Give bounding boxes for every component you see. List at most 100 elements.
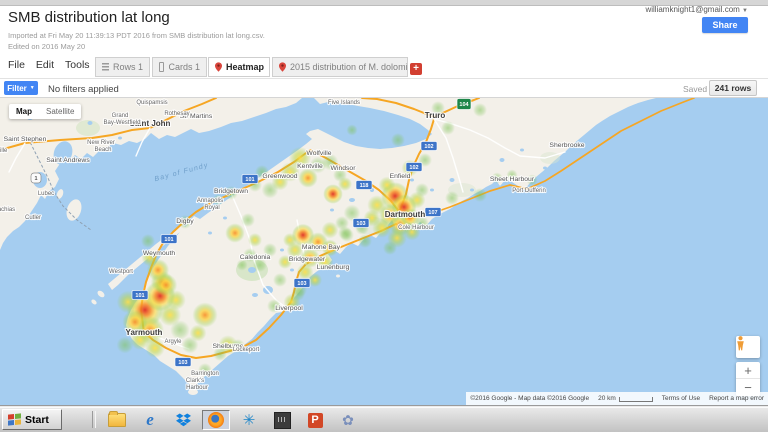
dropbox-taskbar-icon[interactable] xyxy=(169,410,197,430)
people-app-taskbar-icon[interactable]: ✳ xyxy=(235,410,263,430)
map-label: Westport xyxy=(109,269,133,275)
image-app-icon: ✿ xyxy=(340,412,357,428)
highway-shield: 103 xyxy=(175,358,191,367)
svg-text:102: 102 xyxy=(424,144,433,150)
dark-app-taskbar-icon[interactable]: III xyxy=(268,410,296,430)
map-pin-icon xyxy=(279,62,286,72)
tab-label: Cards 1 xyxy=(168,62,200,72)
highway-shield: 103 xyxy=(353,219,369,228)
map-label: Barrington xyxy=(191,371,219,377)
start-label: Start xyxy=(25,414,49,426)
scale-bar xyxy=(619,397,653,402)
zoom-control: + − xyxy=(736,362,760,396)
heat-point xyxy=(262,182,279,199)
image-app-taskbar-icon[interactable]: ✿ xyxy=(334,410,362,430)
highway-shield: 118 xyxy=(356,181,372,190)
add-tab-button[interactable]: + xyxy=(410,63,422,75)
map-label: Quispamsis xyxy=(136,100,167,106)
map-label: Liverpool xyxy=(275,305,303,312)
windows-logo-icon xyxy=(8,413,21,425)
map-type-map-button[interactable]: Map xyxy=(9,107,39,116)
tab-cards[interactable]: Cards 1 xyxy=(152,57,207,77)
file-explorer-taskbar-icon[interactable] xyxy=(103,410,131,430)
share-button[interactable]: Share xyxy=(702,17,748,33)
heat-point xyxy=(170,320,190,340)
map-label: Lunenburg xyxy=(317,264,350,271)
firefox-taskbar-icon[interactable] xyxy=(202,410,230,430)
tab-2015-distribution[interactable]: 2015 distribution of M. dolomieu xyxy=(272,57,408,77)
powerpoint-taskbar-icon[interactable]: P xyxy=(301,410,329,430)
map-label: Wolfville xyxy=(306,150,331,157)
svg-text:104: 104 xyxy=(459,102,469,108)
map-label: Royal xyxy=(204,205,219,211)
pegman-icon xyxy=(736,336,745,351)
heat-point xyxy=(445,191,459,205)
map-label: Machias xyxy=(0,207,15,213)
edited-info: Edited on 2016 May 20 xyxy=(8,42,85,51)
map-label: Truro xyxy=(425,111,446,120)
page-title: SMB distribution lat long xyxy=(8,9,170,26)
heat-point xyxy=(473,188,487,202)
filter-button[interactable]: Filter ▼ xyxy=(4,81,38,95)
report-error-link[interactable]: Report a map error xyxy=(709,395,764,402)
svg-text:103: 103 xyxy=(356,221,365,227)
saved-status: Saved xyxy=(683,84,707,94)
screen: SMB distribution lat long Imported at Fr… xyxy=(0,0,768,432)
heat-point xyxy=(415,183,429,197)
map-label: Bridgewater xyxy=(289,256,326,263)
tab-label: Rows 1 xyxy=(113,62,143,72)
start-button[interactable]: Start xyxy=(2,409,62,430)
menu-tools[interactable]: Tools xyxy=(65,59,90,71)
svg-text:101: 101 xyxy=(164,237,173,243)
imported-info: Imported at Fri May 20 11:39:13 PDT 2016… xyxy=(8,31,265,40)
internet-explorer-icon: e xyxy=(142,412,159,428)
svg-text:103: 103 xyxy=(297,281,306,287)
file-explorer-icon xyxy=(108,413,126,427)
map-label: Yarmouth xyxy=(126,328,163,337)
heat-point xyxy=(190,325,207,342)
tab-heatmap[interactable]: Heatmap ▼ xyxy=(208,57,270,77)
highway-shield: 107 xyxy=(425,208,441,217)
highway-shield: 101 xyxy=(242,175,258,184)
chevron-down-icon: ▼ xyxy=(30,85,35,91)
heat-point xyxy=(155,274,177,296)
map-attribution: ©2016 Google - Map data ©2016 Google 20 … xyxy=(466,392,768,405)
tab-rows[interactable]: Rows 1 xyxy=(95,57,150,77)
heat-point xyxy=(346,124,357,135)
map-label: Lubec xyxy=(38,191,54,197)
account-menu[interactable]: williamknight1@gmail.com ▼ xyxy=(645,5,748,14)
highway-shield: 102 xyxy=(406,163,422,172)
map-canvas[interactable]: 1101101101102102103103103107118104 Saint… xyxy=(0,98,768,405)
heat-point xyxy=(236,259,247,270)
map-label: Caledonia xyxy=(240,254,271,261)
firefox-icon xyxy=(208,412,224,428)
rows-icon xyxy=(102,63,109,71)
highway-shield: 101 xyxy=(132,291,148,300)
map-label: Mahone Bay xyxy=(302,244,341,251)
pegman-button[interactable] xyxy=(736,336,760,358)
zoom-in-button[interactable]: + xyxy=(736,362,760,379)
svg-text:107: 107 xyxy=(428,210,437,216)
map-label: Bay of Fundy xyxy=(154,162,210,183)
heat-point xyxy=(383,241,397,255)
terms-link[interactable]: Terms of Use xyxy=(662,395,700,402)
filter-button-label: Filter xyxy=(7,84,27,93)
map-type-satellite-button[interactable]: Satellite xyxy=(39,107,81,116)
dark-app-icon: III xyxy=(274,412,291,429)
map-label: Harbour xyxy=(186,385,208,391)
map-scale: 20 km xyxy=(598,395,653,402)
heat-point xyxy=(141,234,155,248)
heat-point xyxy=(441,121,455,135)
map-label: Windsor xyxy=(331,165,357,172)
internet-explorer-taskbar-icon[interactable]: e xyxy=(136,410,164,430)
svg-text:103: 103 xyxy=(178,360,187,366)
map-label: Clark's xyxy=(186,378,204,384)
highway-shield: 103 xyxy=(294,279,310,288)
heat-point xyxy=(322,222,339,239)
highway-shield: 102 xyxy=(421,142,437,151)
menu-file[interactable]: File xyxy=(8,59,25,71)
heat-point xyxy=(241,213,255,227)
menu-edit[interactable]: Edit xyxy=(36,59,54,71)
row-count-button[interactable]: 241 rows xyxy=(709,80,757,96)
map-label: Greenwood xyxy=(262,173,297,180)
